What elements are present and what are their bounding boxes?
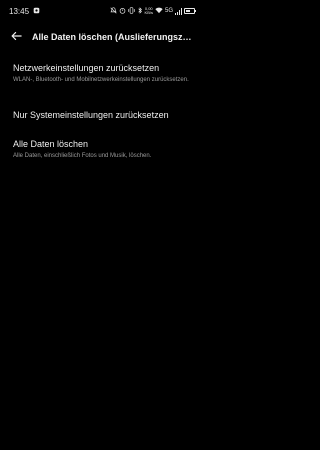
bluetooth-icon: [137, 6, 143, 16]
item-title: Netzwerkeinstellungen zurücksetzen: [13, 63, 160, 73]
battery-icon: [184, 8, 196, 14]
erase-all-data-item[interactable]: Alle Daten löschen Alle Daten, einschlie…: [13, 138, 192, 160]
status-bar: 13:45 0,00 KB/s 5G: [0, 0, 202, 22]
status-bar-right: 0,00 KB/s 5G: [109, 6, 196, 16]
item-description: WLAN-, Bluetooth- und Mobilnetzwerkeinst…: [13, 77, 189, 83]
vibrate-icon: [127, 6, 135, 16]
reset-network-settings-item[interactable]: Netzwerkeinstellungen zurücksetzen WLAN-…: [13, 62, 192, 84]
wifi-icon: [155, 7, 163, 16]
arrow-left-icon: [11, 28, 22, 46]
status-bar-left: 13:45: [9, 7, 40, 16]
alarm-icon: [119, 7, 126, 16]
network-type: 5G: [164, 8, 173, 14]
network-speed: 0,00 KB/s: [144, 6, 153, 15]
gallery-icon: [33, 7, 40, 16]
status-time: 13:45: [9, 6, 30, 16]
item-title: Nur Systemeinstellungen zurücksetzen: [13, 110, 169, 120]
signal-icon: [175, 7, 182, 15]
item-title: Alle Daten löschen: [13, 139, 89, 149]
mute-icon: [109, 6, 117, 16]
app-bar: Alle Daten löschen (Auslieferungszust…: [0, 26, 202, 48]
page-title: Alle Daten löschen (Auslieferungszust…: [32, 32, 194, 42]
reset-system-settings-item[interactable]: Nur Systemeinstellungen zurücksetzen: [13, 109, 192, 121]
item-description: Alle Daten, einschließlich Fotos und Mus…: [13, 153, 152, 159]
back-button[interactable]: [5, 26, 27, 48]
